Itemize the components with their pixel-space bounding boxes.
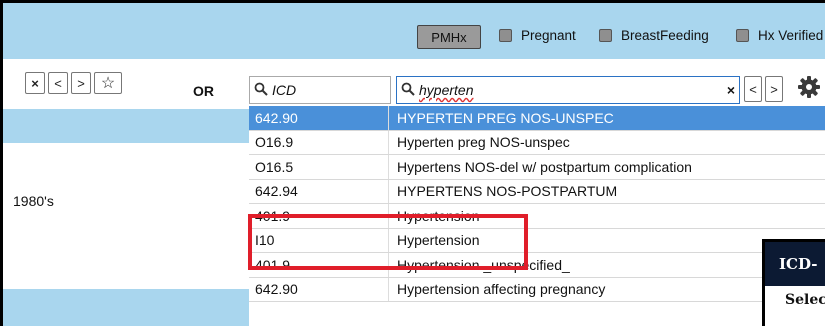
star-icon: ☆ <box>100 75 116 92</box>
favorite-button[interactable]: ☆ <box>94 72 122 94</box>
breastfeeding-label: BreastFeeding <box>621 28 709 43</box>
result-code: I10 <box>249 228 389 252</box>
result-code: 642.90 <box>249 277 389 301</box>
breastfeeding-checkbox[interactable]: BreastFeeding <box>599 28 709 43</box>
chevron-left-icon: < <box>54 75 62 91</box>
hx-verified-checkbox[interactable]: Hx Verified <box>736 28 823 43</box>
search-icon <box>397 82 419 99</box>
result-code: 401.9 <box>249 253 389 277</box>
term-search-field[interactable]: hyperten × <box>396 76 740 104</box>
result-row[interactable]: 642.90 HYPERTEN PREG NOS-UNSPEC <box>249 106 825 131</box>
pregnant-checkbox[interactable]: Pregnant <box>499 28 576 43</box>
search-icon <box>250 82 272 99</box>
result-row[interactable]: O16.9 Hyperten preg NOS-unspec <box>249 130 825 155</box>
left-nav-group: × < > ☆ <box>25 72 122 94</box>
or-label: OR <box>193 83 214 99</box>
chevron-left-icon: < <box>749 81 757 97</box>
chevron-right-icon: > <box>77 75 85 91</box>
left-panel-row <box>3 255 249 290</box>
search-results-dropdown: 642.90 HYPERTEN PREG NOS-UNSPEC O16.9 Hy… <box>249 106 825 302</box>
left-panel-row <box>3 143 249 178</box>
result-row[interactable]: 642.94 HYPERTENS NOS-POSTPARTUM <box>249 179 825 204</box>
icd-popup: ICD- Selec <box>762 239 825 326</box>
hx-verified-label: Hx Verified <box>758 28 824 43</box>
next-button[interactable]: > <box>71 72 91 94</box>
prev-button[interactable]: < <box>48 72 68 94</box>
app-frame: PMHx Pregnant BreastFeeding Hx Verified … <box>0 0 825 326</box>
top-toolbar: PMHx Pregnant BreastFeeding Hx Verified <box>3 3 825 59</box>
pregnant-label: Pregnant <box>521 28 576 43</box>
gear-icon[interactable] <box>797 75 821 99</box>
checkbox-icon[interactable] <box>736 29 749 42</box>
result-code: O16.5 <box>249 155 389 179</box>
popup-subtext: Selec <box>785 292 825 308</box>
left-panel-date: 1980's <box>13 193 54 209</box>
result-code: 401.9 <box>249 204 389 228</box>
left-panel-row <box>3 221 249 256</box>
popup-title: ICD- <box>765 242 825 286</box>
result-description: HYPERTENS NOS-POSTPARTUM <box>397 183 618 200</box>
chevron-right-icon: > <box>770 81 778 97</box>
result-code: 642.90 <box>249 106 389 130</box>
close-icon: × <box>31 75 39 91</box>
search-row: × < > ☆ OR ICD hyperten × < > <box>3 59 825 109</box>
clear-search-icon[interactable]: × <box>727 82 735 98</box>
close-button[interactable]: × <box>25 72 45 94</box>
result-description: Hypertension <box>397 207 480 224</box>
result-description: Hypertension <box>397 232 480 249</box>
icd-search-input[interactable]: ICD <box>272 82 296 98</box>
checkbox-icon[interactable] <box>599 29 612 42</box>
left-panel-row: 1980's <box>3 177 249 222</box>
result-row[interactable]: O16.5 Hypertens NOS-del w/ postpartum co… <box>249 155 825 180</box>
results-next-button[interactable]: > <box>765 76 783 102</box>
result-code: O16.9 <box>249 130 389 154</box>
term-search-input[interactable]: hyperten <box>419 82 473 98</box>
result-description: Hypertens NOS-del w/ postpartum complica… <box>397 158 692 175</box>
result-description: Hyperten preg NOS-unspec <box>397 134 570 151</box>
icd-search-field[interactable]: ICD <box>249 76 391 104</box>
result-row[interactable]: I10 Hypertension <box>249 228 825 253</box>
checkbox-icon[interactable] <box>499 29 512 42</box>
result-row[interactable]: 401.9 Hypertension _unspecified_ <box>249 253 825 278</box>
left-panel: 1980's <box>3 109 249 326</box>
result-description: Hypertension affecting pregnancy <box>397 281 606 298</box>
left-panel-section-header <box>3 289 249 326</box>
results-prev-button[interactable]: < <box>744 76 762 102</box>
result-row[interactable]: 401.9 Hypertension <box>249 204 825 229</box>
result-description: HYPERTEN PREG NOS-UNSPEC <box>397 109 614 126</box>
result-row[interactable]: 642.90 Hypertension affecting pregnancy <box>249 277 825 302</box>
result-nav-group: < > <box>744 76 783 102</box>
pmhx-button[interactable]: PMHx <box>417 25 481 49</box>
left-panel-header <box>3 109 249 143</box>
result-code: 642.94 <box>249 179 389 203</box>
result-description: Hypertension _unspecified_ <box>397 256 570 273</box>
